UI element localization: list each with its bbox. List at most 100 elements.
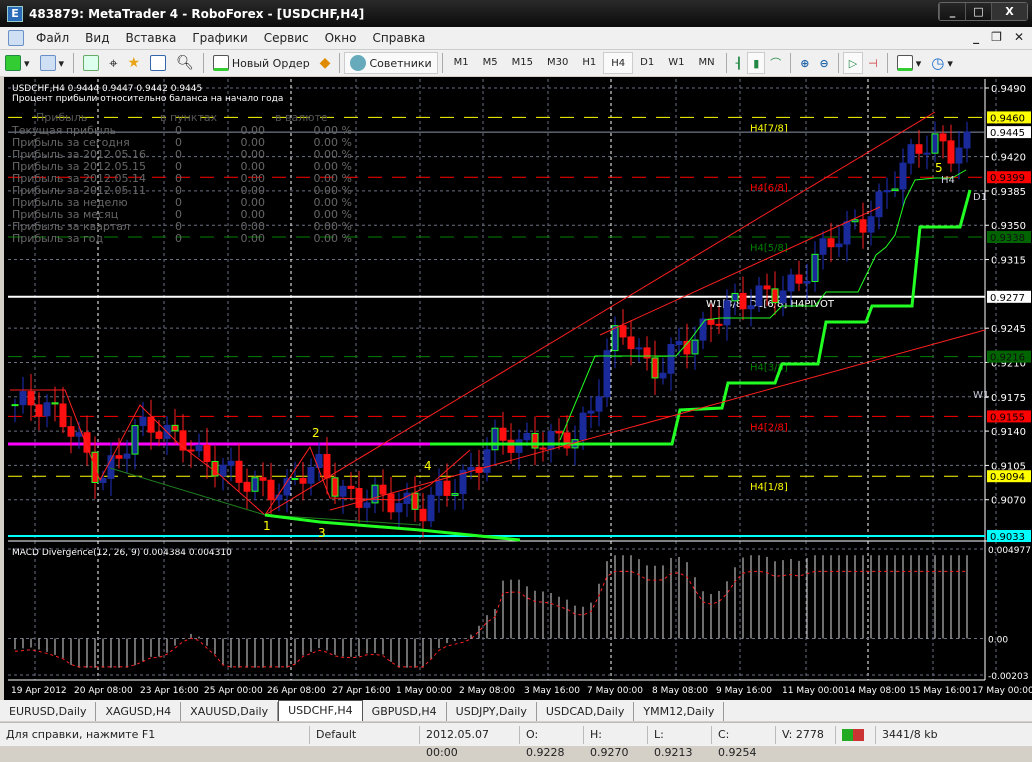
menu-charts[interactable]: Графики [184, 31, 255, 45]
timeframe-m5[interactable]: M5 [476, 52, 505, 74]
chart-tab[interactable]: USDCAD,Daily [537, 702, 635, 721]
chart-tab[interactable]: USDJPY,Daily [447, 702, 537, 721]
menu-view[interactable]: Вид [77, 31, 117, 45]
chart-tab[interactable]: YMM12,Daily [634, 702, 725, 721]
murrey-level-name: H4[5/8] [750, 243, 788, 254]
profit-row-points: 0 [175, 232, 182, 245]
chart-tab[interactable]: XAGUSD,H4 [96, 702, 182, 721]
experts-button[interactable]: Советники [344, 52, 438, 74]
candle [939, 133, 947, 142]
market-watch-button[interactable] [78, 52, 104, 74]
indicators-button[interactable]: ▾ [892, 52, 927, 74]
mdi-minimize-icon[interactable]: _ [973, 30, 979, 44]
bar-chart-button[interactable]: ┨ [731, 52, 748, 74]
price-level-label: 0.9277 [990, 293, 1025, 304]
candle-chart-button[interactable]: ▮ [747, 52, 766, 74]
candle [867, 216, 875, 233]
candle [851, 219, 859, 223]
periods-button[interactable]: ◷ ▾ [926, 52, 958, 74]
candle [691, 339, 699, 355]
zoom-out-icon: ⊖ [819, 56, 829, 70]
wave-label: 1 [263, 519, 271, 533]
candle [19, 391, 27, 406]
candle [451, 493, 459, 496]
timeframe-h4[interactable]: H4 [603, 52, 634, 74]
w1-line-label: W1 [973, 390, 989, 401]
timeframe-h1[interactable]: H1 [575, 52, 603, 74]
candle [67, 426, 75, 437]
autoscroll-button[interactable]: ▷ [842, 52, 864, 74]
timeframe-w1[interactable]: W1 [661, 52, 691, 74]
candle [51, 402, 59, 405]
profit-row-money: 0.00 [241, 232, 266, 245]
candle [203, 444, 211, 462]
candle [331, 477, 339, 497]
status-open: O: 0.9228 [520, 725, 584, 759]
alert-button[interactable]: ◆ [315, 52, 336, 74]
close-button[interactable]: X [991, 3, 1027, 20]
chart-tab[interactable]: GBPUSD,H4 [363, 702, 447, 721]
zoom-out-button[interactable]: ⊖ [814, 52, 833, 74]
new-chart-button[interactable]: ▾ [0, 52, 35, 74]
zoom-in-icon: ⊕ [800, 56, 810, 70]
chart-shift-icon: ⊣ [868, 56, 878, 70]
maximize-button[interactable]: □ [965, 3, 991, 20]
wave-label: 4 [424, 459, 432, 473]
candle [827, 238, 835, 248]
candle [251, 477, 259, 492]
terminal-button[interactable] [145, 52, 171, 74]
price-level-label: 0.9094 [990, 472, 1025, 483]
menu-help[interactable]: Справка [365, 31, 434, 45]
timeframe-d1[interactable]: D1 [633, 52, 661, 74]
zoom-in-button[interactable]: ⊕ [795, 52, 814, 74]
menu-insert[interactable]: Вставка [117, 31, 184, 45]
time-axis-label: 3 May 16:00 [524, 686, 580, 696]
line-chart-button[interactable]: ⌒ [765, 52, 786, 74]
candle [171, 424, 179, 432]
candle [763, 285, 771, 290]
candle [155, 431, 163, 439]
menu-window[interactable]: Окно [317, 31, 365, 45]
candle [427, 494, 435, 522]
timeframe-mn[interactable]: MN [691, 52, 721, 74]
timeframe-m30[interactable]: M30 [540, 52, 575, 74]
murrey-level-name: H4[7/8] [750, 123, 788, 134]
navigator-button[interactable]: ★ [123, 52, 146, 74]
candle [747, 305, 755, 310]
chart-window-icon[interactable] [8, 30, 24, 46]
chart-window[interactable]: 0.9490 0.9420 0.9385 0.9350 0.9315 0.9245 0.92… [4, 77, 1032, 700]
mdi-close-icon[interactable]: ✕ [1014, 30, 1024, 44]
chart-tab[interactable]: EURUSD,Daily [0, 702, 97, 721]
candle [731, 292, 739, 302]
chart-tab[interactable]: XAUUSD,Daily [181, 702, 279, 721]
candle [307, 466, 315, 484]
candle [443, 480, 451, 496]
price-chart[interactable]: 0.94900.94200.93850.93500.93150.92450.92… [4, 77, 1032, 700]
mdi-restore-icon[interactable]: ❐ [991, 30, 1002, 44]
minimize-button[interactable]: _ [939, 3, 965, 20]
tester-button[interactable]: 🔍︎ [171, 52, 199, 74]
candle [883, 189, 891, 193]
crosshair-button[interactable]: ⌖ [104, 52, 122, 74]
menu-tools[interactable]: Сервис [256, 31, 317, 45]
macd-tick-label: 0.00 [988, 635, 1008, 645]
menu-file[interactable]: Файл [28, 31, 77, 45]
candle [355, 488, 363, 508]
profiles-button[interactable]: ▾ [35, 52, 70, 74]
candle [395, 503, 403, 513]
timeframe-m1[interactable]: M1 [447, 52, 476, 74]
profiles-icon [39, 55, 56, 71]
profit-row-label: Прибыль за год [12, 232, 103, 245]
chart-shift-button[interactable]: ⊣ [863, 52, 883, 74]
wave-label: 5 [935, 161, 943, 175]
candle [235, 460, 243, 483]
status-time: 2012.05.07 00:00 [420, 725, 520, 759]
bar-chart-icon: ┨ [735, 56, 743, 70]
new-order-button[interactable]: Новый Ордер [208, 52, 315, 74]
timeframe-m15[interactable]: M15 [505, 52, 540, 74]
candle [771, 288, 779, 304]
chart-tab[interactable]: USDCHF,H4 [278, 700, 363, 721]
time-axis-label: 14 May 08:00 [844, 686, 906, 696]
candle [211, 460, 219, 477]
profit-table-header: в пунктах [160, 111, 218, 124]
